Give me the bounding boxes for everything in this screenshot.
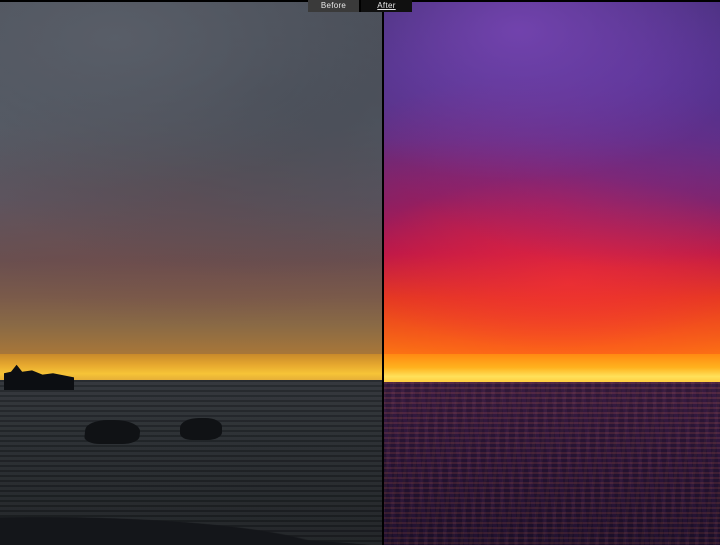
before-foreground-shore — [0, 485, 382, 545]
compare-tabbar: Before After — [0, 0, 720, 12]
after-horizon — [384, 354, 720, 384]
after-sky — [384, 2, 720, 362]
after-image-pane[interactable] — [384, 2, 720, 545]
before-after-compare-view: Before After — [0, 0, 720, 545]
split-divider[interactable] — [382, 0, 384, 545]
before-tab[interactable]: Before — [308, 0, 360, 12]
before-rock-2 — [180, 418, 222, 440]
before-sky — [0, 2, 382, 362]
after-tab[interactable]: After — [360, 0, 412, 12]
after-sea-highlights — [384, 382, 720, 545]
before-rock-1 — [84, 420, 142, 444]
before-image-pane[interactable] — [0, 2, 382, 545]
